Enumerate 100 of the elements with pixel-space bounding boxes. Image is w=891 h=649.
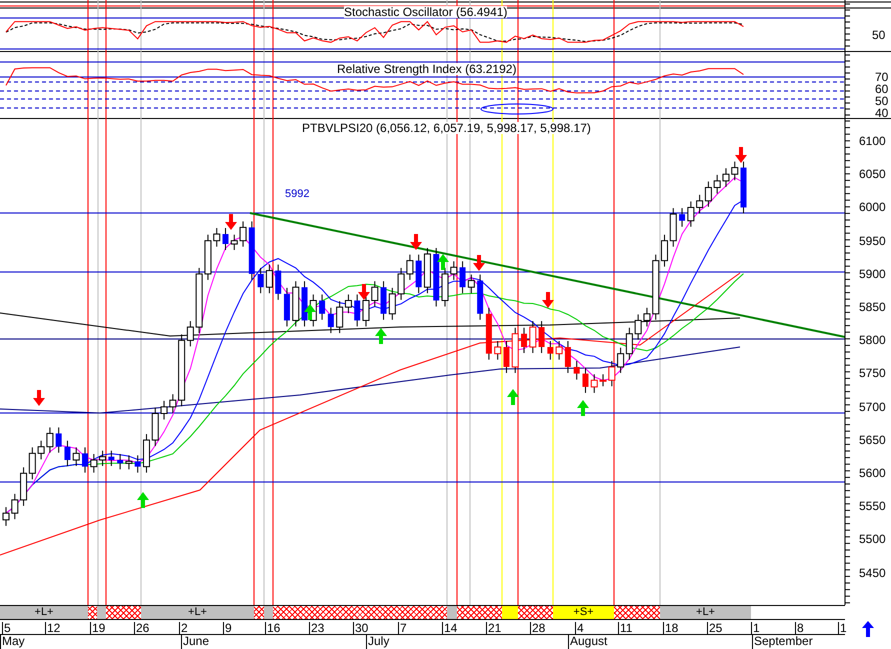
up-arrow-icon: [304, 304, 316, 320]
candlestick: [302, 280, 308, 327]
candlestick: [72, 446, 80, 466]
candlestick: [590, 374, 598, 394]
level-label: 5992: [285, 189, 310, 200]
candlestick: [529, 320, 536, 354]
axis-label: 5750: [859, 367, 886, 380]
up-arrow-icon: [137, 492, 149, 508]
candlestick: [362, 294, 370, 327]
candlestick: [424, 247, 431, 294]
candlestick: [64, 440, 70, 466]
date-label: 8: [795, 622, 804, 634]
rsi-title: Relative Strength Index (63.2192): [337, 63, 516, 75]
candlestick: [152, 406, 159, 447]
date-label: 26: [134, 622, 150, 634]
candlestick: [547, 340, 554, 360]
candlestick: [486, 307, 492, 360]
candlestick: [99, 450, 106, 466]
date-label: 7: [398, 622, 407, 634]
axis-label: 5800: [859, 334, 886, 346]
month-label: May: [0, 635, 25, 649]
axis-label: 5450: [859, 566, 886, 579]
axis-label: 5550: [859, 500, 886, 512]
candlestick: [740, 161, 747, 214]
candlestick: [284, 287, 290, 327]
down-arrow-icon: [410, 234, 422, 250]
candlestick: [2, 506, 10, 526]
axis-label: 5900: [859, 268, 886, 280]
candlestick: [687, 200, 694, 228]
month-label: August: [568, 635, 608, 649]
candlestick: [442, 267, 448, 307]
axis-label: 6000: [859, 201, 886, 214]
axis-label: 50: [872, 29, 886, 41]
axis-label: 60: [875, 83, 888, 95]
candlestick: [108, 450, 114, 466]
candlestick: [117, 454, 124, 470]
axis-label: 6050: [859, 168, 886, 180]
candlestick: [213, 228, 220, 248]
candlestick: [416, 254, 422, 294]
date-label: 28: [530, 622, 546, 634]
candlestick: [371, 280, 378, 307]
candlestick: [661, 234, 668, 268]
month-label: June: [181, 635, 210, 649]
candlestick: [125, 454, 132, 470]
candlestick: [328, 307, 334, 334]
signal-label: +L+: [696, 606, 715, 618]
candlestick: [354, 294, 360, 327]
month-label: July: [366, 635, 390, 649]
candlestick: [258, 267, 264, 294]
axis-label: 5950: [859, 234, 886, 247]
up-arrow-icon: [375, 328, 387, 344]
date-label: 16: [265, 622, 280, 634]
candlestick: [222, 228, 228, 251]
signal-label: +S+: [573, 606, 594, 618]
axis-label: 5600: [859, 467, 886, 479]
axis-label: 6100: [859, 135, 886, 147]
candlestick: [275, 264, 282, 300]
axis-label: 5500: [859, 533, 886, 546]
candlestick: [477, 274, 484, 320]
candlestick: [82, 446, 88, 474]
candlestick: [450, 260, 458, 280]
candlestick: [574, 360, 580, 380]
candlestick: [538, 320, 545, 354]
stochastic-title: Stochastic Oscillator (56.4941): [344, 6, 508, 18]
candlestick: [11, 493, 18, 520]
axis-label: 50: [875, 95, 888, 107]
axis-label: 5650: [859, 434, 886, 446]
signal-label: +L+: [34, 606, 54, 618]
date-label: 21: [486, 622, 502, 634]
down-arrow-icon: [542, 292, 554, 308]
date-label: 1: [838, 622, 847, 634]
candlestick: [731, 161, 738, 181]
date-label: 4: [575, 622, 584, 634]
candlestick: [292, 280, 300, 327]
month-label: September: [752, 635, 813, 649]
candlestick: [433, 247, 440, 307]
up-arrow-icon: [507, 389, 519, 405]
signal-label: +L+: [188, 606, 207, 618]
candlestick: [582, 367, 588, 394]
candlestick: [142, 434, 150, 474]
candlestick: [240, 220, 247, 248]
date-label: 19: [90, 622, 106, 634]
date-label: 23: [309, 622, 324, 634]
candlestick: [494, 340, 502, 360]
axis-label: 70: [875, 71, 888, 83]
date-label: 30: [353, 622, 368, 634]
axis-label: 5700: [859, 400, 886, 413]
candlestick: [90, 454, 98, 474]
candlestick: [319, 294, 326, 320]
candlestick: [266, 264, 273, 294]
axis-label: 40: [875, 107, 888, 119]
candlestick: [564, 340, 571, 374]
candlestick: [388, 287, 396, 320]
up-arrow-icon: [437, 254, 449, 270]
date-label: 11: [618, 622, 632, 634]
date-label: 12: [45, 622, 60, 634]
price-title: PTBVLPSI20 (6,056.12, 6,057.19, 5,998.17, 5,998.17): [302, 122, 591, 134]
down-arrow-icon: [473, 255, 485, 271]
candlestick: [134, 454, 141, 474]
candlestick: [56, 426, 62, 454]
